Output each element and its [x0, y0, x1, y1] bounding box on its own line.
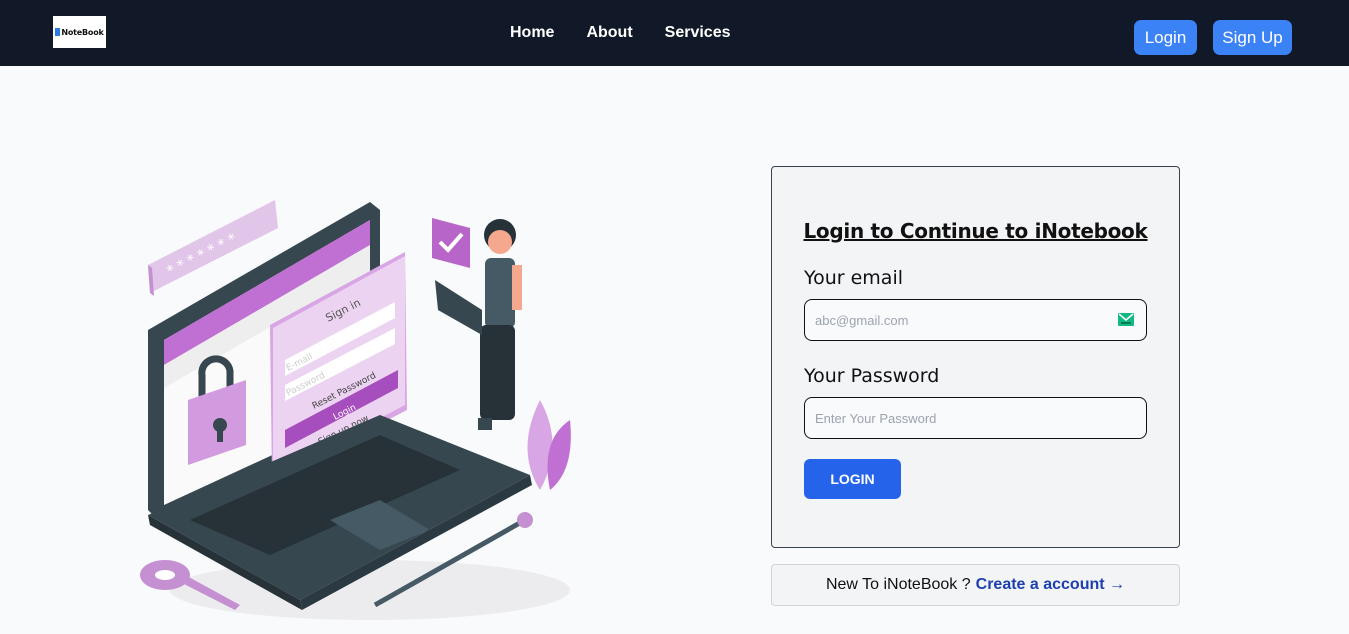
logo-text: NoteBook: [61, 27, 104, 37]
nav-link-about[interactable]: About: [586, 22, 632, 44]
nav-link-home[interactable]: Home: [510, 22, 554, 44]
email-field[interactable]: [805, 300, 1146, 340]
login-title: Login to Continue to iNotebook: [803, 219, 1148, 243]
book-icon: [55, 28, 61, 36]
plant-graphic: [527, 400, 571, 490]
signup-prompt: New To iNoteBook ? Create a account →: [771, 564, 1180, 606]
check-bubble-graphic: [432, 218, 470, 268]
nav-link-services[interactable]: Services: [665, 22, 731, 44]
mail-icon: [1118, 313, 1134, 326]
nav-links: Home About Services: [510, 22, 731, 44]
login-card: Login to Continue to iNotebook Your emai…: [771, 166, 1180, 548]
password-label: Your Password: [804, 365, 940, 387]
navbar: NoteBook Home About Services Login Sign …: [0, 0, 1349, 66]
email-label: Your email: [804, 267, 903, 289]
brand-logo[interactable]: NoteBook: [53, 16, 106, 48]
secure-login-illustration: * * * * * * * Sign in E-mail Password Re…: [140, 200, 571, 620]
password-field-wrapper: [804, 397, 1147, 439]
create-account-link[interactable]: Create a account →: [976, 576, 1125, 594]
header-signup-button[interactable]: Sign Up: [1213, 20, 1292, 55]
header-login-button[interactable]: Login: [1134, 20, 1197, 55]
login-submit-button[interactable]: LOGIN: [804, 459, 901, 499]
email-field-wrapper: [804, 299, 1147, 341]
signup-prompt-text: New To iNoteBook ?: [825, 576, 971, 593]
password-field[interactable]: [805, 398, 1146, 438]
